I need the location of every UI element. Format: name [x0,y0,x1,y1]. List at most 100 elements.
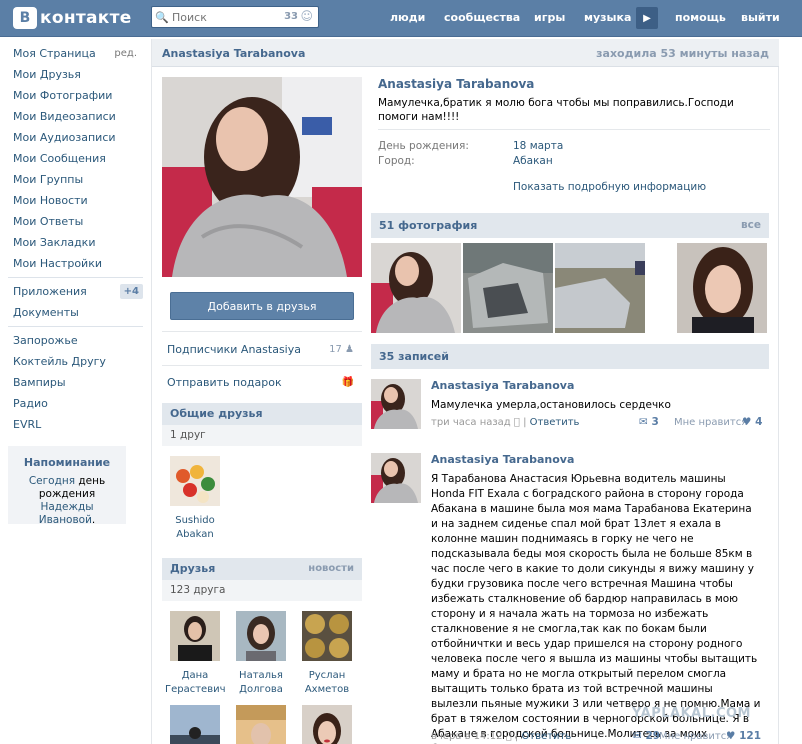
birthday-reminder: Напоминание Сегодня день рождения Надежд… [8,446,126,526]
send-gift-link[interactable]: Отправить подарок 🎁 [162,366,362,399]
photo-thumb[interactable] [371,243,461,333]
users-icon: ♟ [345,344,354,355]
edit-link[interactable]: ред. [114,43,137,64]
wall-header: 35 записей [371,344,769,369]
profile-header: Anastasiya Tarabanova заходила 53 минуты… [152,39,779,67]
sidebar-item-label: Моя Страница [13,47,96,60]
sidebar-item-my-page[interactable]: Моя Страница ред. [0,43,145,64]
sidebar-item-game-2[interactable]: Коктейль Другу [0,351,145,372]
reminder-today-link[interactable]: Сегодня [29,475,75,487]
followers-count: 17 ♟ [329,333,354,366]
friends-header[interactable]: Друзья новости [162,558,362,580]
friend-name: Наталья [239,670,283,681]
watermark: YAPLAKAL.COM [632,706,751,721]
friend-card[interactable]: Наталья Долгова [231,611,291,696]
mutual-friend-card[interactable]: Sushido Abakan [165,456,225,541]
comment-count[interactable]: ✉ 29 [633,730,660,742]
sidebar-item-groups[interactable]: Мои Группы [0,169,145,190]
search-input[interactable] [172,10,282,24]
apps-badge: +4 [119,284,143,299]
sidebar-item-messages[interactable]: Мои Сообщения [0,148,145,169]
comment-count[interactable]: ✉ 3 [639,416,659,428]
post-meta: вчера в 14:12  | Ответить [431,731,571,742]
city-value[interactable]: Абакан [513,155,553,167]
sidebar-item-audio[interactable]: Мои Аудиозаписи [0,127,145,148]
sidebar-item-label: Приложения [13,285,87,298]
heart-icon: ♥ [742,416,752,428]
city-label: Город: [378,155,415,167]
birthday-value[interactable]: 18 марта [513,140,563,152]
friends-news-link[interactable]: новости [308,558,354,580]
like-label[interactable]: Мне нравится [674,417,747,428]
reply-link[interactable]: Ответить [521,731,571,742]
nav-help[interactable]: помощь [675,11,726,24]
nav-games[interactable]: игры [534,11,565,24]
friend-card[interactable]: Руслан Ахметов [297,611,357,696]
post-author[interactable]: Anastasiya Tarabanova [431,379,574,392]
profile-status[interactable]: Мамулечка,братик я молю бога чтобы мы по… [378,96,758,124]
vk-logo[interactable]: В контакте [13,7,132,29]
photos-all-link[interactable]: все [741,213,761,238]
followers-label: Подписчики Anastasiya [167,343,301,356]
followers-link[interactable]: Подписчики Anastasiya 17 ♟ [162,333,362,366]
profile-photo[interactable] [162,77,362,277]
sidebar-item-apps[interactable]: Приложения +4 [0,281,145,302]
photos-header[interactable]: 51 фотография все [371,213,769,238]
nav-music[interactable]: музыка [584,11,631,24]
friend-card[interactable] [297,705,357,744]
vk-logo-text: контакте [40,8,132,28]
friends-title: Друзья [170,562,216,575]
like-count[interactable]: ♥ 121 [726,730,761,742]
sidebar-item-bookmarks[interactable]: Мои Закладки [0,232,145,253]
sidebar-item-game-4[interactable]: Радио [0,393,145,414]
sidebar-item-videos[interactable]: Мои Видеозаписи [0,106,145,127]
show-more-info-link[interactable]: Показать подробную информацию [513,181,706,193]
nav-communities[interactable]: сообщества [444,11,520,24]
reminder-title: Напоминание [23,456,111,469]
profile-header-name: Anastasiya Tarabanova [162,47,306,60]
post-author[interactable]: Anastasiya Tarabanova [431,453,574,466]
sidebar-item-documents[interactable]: Документы [0,302,145,323]
post-author-avatar[interactable] [371,379,421,429]
photo-thumb[interactable] [555,243,645,333]
friend-avatar [170,705,220,744]
friend-card[interactable] [165,705,225,744]
profile-page: Anastasiya Tarabanova заходила 53 минуты… [151,39,779,744]
friend-name: Руслан [308,670,346,681]
sidebar-item-game-5[interactable]: EVRL [0,414,145,435]
sidebar-item-friends[interactable]: Мои Друзья [0,64,145,85]
like-count-value: 121 [739,730,761,742]
mutual-friends-header[interactable]: Общие друзья [162,403,362,425]
friend-avatar [236,705,286,744]
like-count[interactable]: ♥ 4 [742,416,762,428]
comment-count-value: 3 [651,416,659,428]
top-header: В контакте 🔍 33 ☺ люди сообщества игры м… [0,0,802,37]
nav-people[interactable]: люди [390,11,425,24]
add-friend-button[interactable]: Добавить в друзья [170,292,354,320]
sidebar-item-game-1[interactable]: Запорожье [0,330,145,351]
nav-logout[interactable]: выйти [741,11,780,24]
sidebar-item-news[interactable]: Мои Новости [0,190,145,211]
post-time[interactable]: три часа назад [431,417,511,428]
photo-thumb[interactable] [677,243,767,333]
post-meta: три часа назад  | Ответить [431,417,579,428]
sidebar-item-answers[interactable]: Мои Ответы [0,211,145,232]
comment-icon: ✉ [639,416,648,428]
reply-link[interactable]: Ответить [530,417,580,428]
photo-thumb[interactable] [463,243,553,333]
birthday-label: День рождения: [378,140,469,152]
like-label[interactable]: Мне нравится [659,731,732,742]
sidebar-item-photos[interactable]: Мои Фотографии [0,85,145,106]
friend-card[interactable] [231,705,291,744]
play-icon[interactable]: ▶ [636,7,658,29]
heart-icon: ♥ [726,730,736,742]
search-box[interactable]: 🔍 33 ☺ [151,6,319,28]
sidebar-item-game-3[interactable]: Вампиры [0,372,145,393]
reminder-person-link[interactable]: Надежды Ивановой [39,501,94,526]
left-menu: Моя Страница ред. Мои Друзья Мои Фотограф… [0,43,145,435]
divider [162,331,362,332]
friend-card[interactable]: Дана Герастевич [165,611,226,696]
sidebar-item-settings[interactable]: Мои Настройки [0,253,145,274]
post-author-avatar[interactable] [371,453,421,503]
post-time[interactable]: вчера в 14:12 [431,731,503,742]
